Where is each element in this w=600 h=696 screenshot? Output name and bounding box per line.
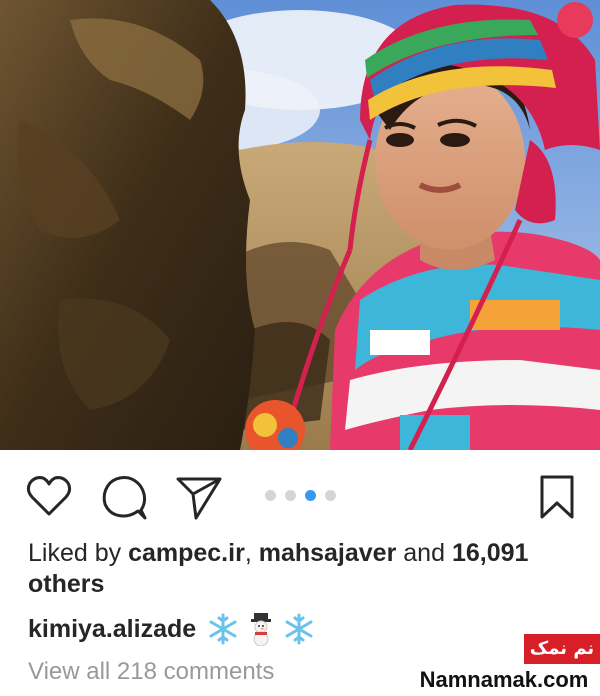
caption-username[interactable]: kimiya.alizade — [28, 612, 196, 646]
carousel-dot[interactable] — [265, 490, 276, 501]
share-button[interactable] — [174, 472, 224, 522]
carousel-dot-active[interactable] — [305, 490, 316, 501]
action-bar — [0, 450, 600, 542]
snowman-icon — [244, 612, 278, 647]
comment-button[interactable] — [100, 472, 150, 522]
save-button[interactable] — [532, 472, 582, 522]
view-all-comments-link[interactable]: View all 218 comments — [28, 656, 274, 688]
liker-username[interactable]: campec.ir — [128, 539, 245, 567]
snowflake-icon — [282, 612, 316, 646]
post-caption: kimiya.alizade — [28, 612, 320, 647]
watermark-logo: نم نمک — [524, 634, 600, 664]
comment-icon — [102, 476, 147, 520]
bookmark-icon — [540, 475, 574, 519]
snowflake-icon — [206, 612, 240, 646]
carousel-dot[interactable] — [325, 490, 336, 501]
heart-icon — [26, 476, 72, 516]
like-button[interactable] — [24, 472, 74, 522]
likes-separator: , — [244, 539, 259, 567]
likes-middle: and — [396, 539, 452, 567]
likes-summary: Liked by campec.ir, mahsajaver and 16,09… — [28, 538, 588, 600]
likes-prefix: Liked by — [28, 539, 129, 567]
watermark-site: Namnamak.com — [408, 664, 600, 696]
send-icon — [176, 477, 222, 520]
likes-count[interactable]: 16,091 — [452, 539, 528, 567]
selfie-photo — [0, 0, 600, 450]
carousel-dot[interactable] — [285, 490, 296, 501]
post-photo[interactable] — [0, 0, 600, 450]
liker-username[interactable]: mahsajaver — [259, 539, 397, 567]
likes-suffix[interactable]: others — [28, 570, 104, 598]
